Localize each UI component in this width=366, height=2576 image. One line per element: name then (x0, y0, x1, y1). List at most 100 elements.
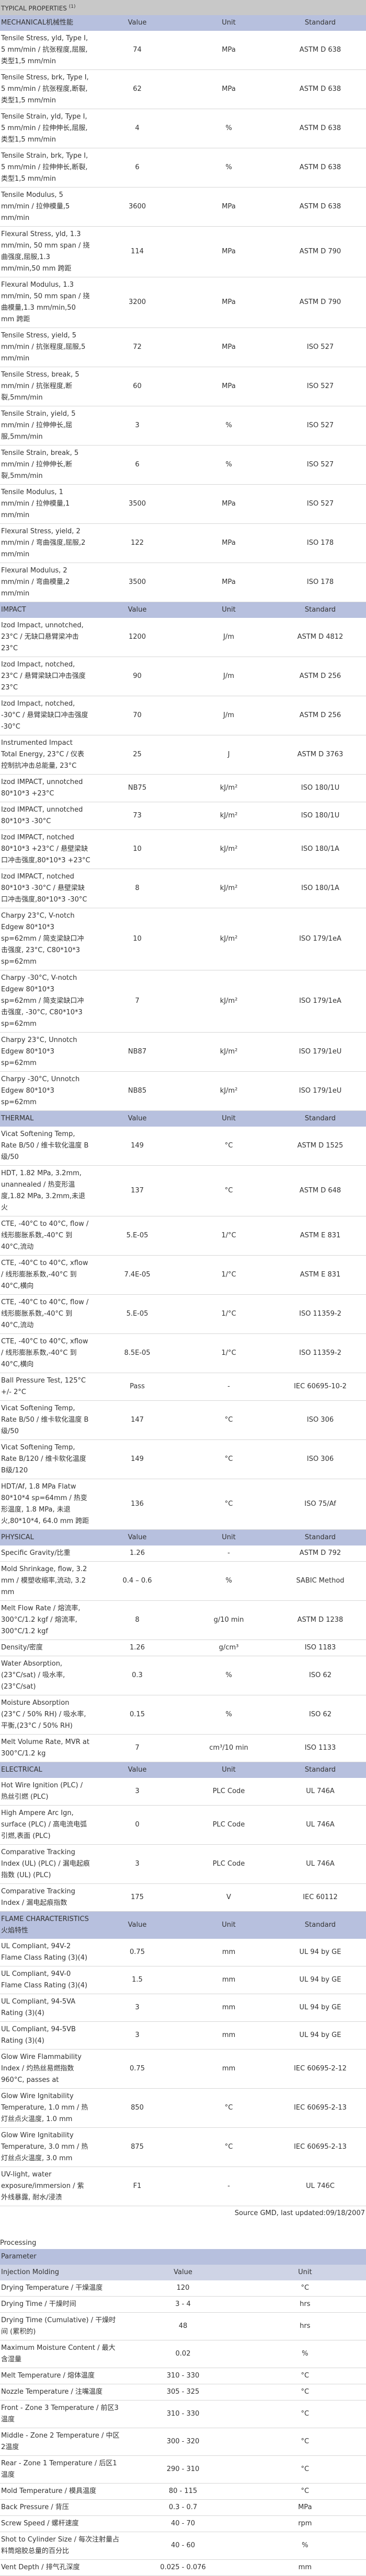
property-unit: - (183, 1545, 274, 1562)
table-row: Comparative Tracking Index (UL) (PLC) / … (0, 1844, 366, 1884)
table-row: Tensile Stress, yield, 5 mm/min / 抗张程度,屈… (0, 327, 366, 367)
property-unit: PLC Code (183, 1844, 274, 1884)
property-value: 1200 (92, 618, 183, 657)
table-row: High Ampere Arc Ign, surface (PLC) / 高电流… (0, 1805, 366, 1845)
property-unit: g/10 min (183, 1600, 274, 1640)
table-row: Charpy -30°C, Unnotch Edgew 80*10*3 sp=6… (0, 1071, 366, 1111)
unit-col-header: Unit (183, 1529, 274, 1545)
processing-value: 290 - 310 (122, 2455, 244, 2484)
property-unit: kJ/m² (183, 970, 274, 1033)
property-unit: mm (183, 1939, 274, 1966)
table-row: Charpy -30°C, V-notch Edgew 80*10*3 sp=6… (0, 970, 366, 1033)
property-name: Izod IMPACT, unnotched 80*10*3 +23°C (0, 774, 92, 802)
property-value: 73 (92, 802, 183, 830)
processing-row: Melt Temperature / 熔体温度 310 - 330 °C (0, 2368, 366, 2384)
processing-parameter: Drying Temperature / 干燥温度 (0, 2280, 122, 2297)
property-value: Pass (92, 1373, 183, 1401)
processing-value: 0.3 - 0.7 (122, 2499, 244, 2516)
value-col-header: Value (92, 15, 183, 31)
property-standard: IEC 60695-2-12 (274, 2049, 366, 2089)
property-standard: ISO 179/1eA (274, 970, 366, 1033)
processing-value: 310 - 330 (122, 2368, 244, 2384)
property-value: F1 (92, 2167, 183, 2206)
processing-sub-header-row: Injection Molding Value Unit (0, 2265, 366, 2280)
property-name: UL Compliant, 94-5VA Rating (3)(4) (0, 1994, 92, 2022)
property-unit: kJ/m² (183, 869, 274, 908)
property-name: Flexural Modulus, 1.3 mm/min, 50 mm span… (0, 277, 92, 328)
property-name: HDT, 1.82 MPa, 3.2mm, unannealed / 热变形温度… (0, 1165, 92, 1216)
property-unit: °C (183, 1479, 274, 1530)
table-row: Flexural Modulus, 1.3 mm/min, 50 mm span… (0, 277, 366, 328)
property-unit: MPa (183, 187, 274, 227)
table-row: Tensile Stress, break, 5 mm/min / 抗张程度,断… (0, 367, 366, 406)
property-standard: ASTM D 790 (274, 226, 366, 277)
property-standard: UL 94 by GE (274, 1994, 366, 2022)
property-unit: MPa (183, 277, 274, 328)
property-standard: ASTM D 638 (274, 69, 366, 109)
property-standard: UL 94 by GE (274, 1966, 366, 1994)
property-unit: J/m (183, 696, 274, 735)
property-unit: PLC Code (183, 1778, 274, 1806)
table-row: Vicat Softening Temp, Rate B/50 / 维卡软化温度… (0, 1400, 366, 1440)
property-value: 62 (92, 69, 183, 109)
property-value: NB87 (92, 1032, 183, 1072)
section-header-row: FLAME CHARACTERISTICS 火焰特性 Value Unit Stand… (0, 1911, 366, 1939)
property-unit: MPa (183, 367, 274, 406)
property-name: Izod Impact, notched, -30°C / 悬臂梁缺口冲击强度 … (0, 696, 92, 735)
property-unit: - (183, 2167, 274, 2206)
property-unit: MPa (183, 563, 274, 602)
processing-unit: °C (244, 2483, 366, 2500)
table-row: Melt Flow Rate / 熔流率, 300°C/1.2 kgf / 熔流… (0, 1600, 366, 1640)
processing-unit: hrs (244, 2312, 366, 2340)
property-value: 7.4E-05 (92, 1255, 183, 1295)
property-name: Flexural Stress, yld, 1.3 mm/min, 50 mm … (0, 226, 92, 277)
table-row: Vicat Softening Temp, Rate B/120 / 维卡软化温… (0, 1439, 366, 1479)
unit-col-header: Unit (183, 15, 274, 31)
property-value: 72 (92, 327, 183, 367)
property-unit: 1/°C (183, 1294, 274, 1334)
property-standard: ISO 306 (274, 1400, 366, 1440)
property-standard: ISO 178 (274, 563, 366, 602)
property-name: Vicat Softening Temp, Rate B/50 / 维卡软化温度… (0, 1127, 92, 1166)
section-header-row: ELECTRICAL Value Unit Standard (0, 1762, 366, 1778)
unit-col-header: Unit (183, 1110, 274, 1127)
section-name: PHYSICAL (0, 1529, 92, 1545)
processing-row: Maximum Moisture Content / 最大含湿量 0.02% (0, 2340, 366, 2368)
processing-parameter: Drying Time (Cumulative) / 干燥时间 (累积的) (0, 2312, 122, 2340)
property-unit: 1/°C (183, 1255, 274, 1295)
property-unit: - (183, 1373, 274, 1401)
property-value: 0.15 (92, 1695, 183, 1735)
unit-col-header: Unit (183, 602, 274, 618)
property-value: 1.26 (92, 1545, 183, 1562)
processing-parameter: Mold Temperature / 模具温度 (0, 2483, 122, 2500)
processing-sub-unit: Unit (244, 2265, 366, 2280)
table-row: Ball Pressure Test, 125°C +/- 2°C Pass - IE… (0, 1373, 366, 1401)
property-standard: ASTM D 638 (274, 187, 366, 227)
processing-header-row: Parameter (0, 2249, 366, 2265)
unit-col-header: Unit (183, 1762, 274, 1778)
property-value: 3 (92, 2021, 183, 2050)
property-standard: UL 746A (274, 1844, 366, 1884)
property-unit: % (183, 109, 274, 148)
property-value: NB85 (92, 1071, 183, 1111)
property-standard: ISO 180/1U (274, 774, 366, 802)
property-name: CTE, -40°C to 40°C, flow / 线形膨胀系数,-40°C … (0, 1216, 92, 1256)
property-standard: ISO 11359-2 (274, 1333, 366, 1373)
table-row: Specific Gravity/比重 1.26- ASTM D 792 (0, 1545, 366, 1562)
property-value: 3 (92, 406, 183, 446)
processing-value: 305 - 325 (122, 2384, 244, 2401)
property-unit: MPa (183, 523, 274, 563)
table-row: Vicat Softening Temp, Rate B/50 / 维卡软化温度… (0, 1127, 366, 1166)
property-value: 6 (92, 445, 183, 485)
standard-col-header: Standard (274, 15, 366, 31)
property-unit: J/m (183, 618, 274, 657)
section-name: IMPACT (0, 602, 92, 618)
processing-row: Vent Depth / 排气孔深度 0.025 - 0.076 mm (0, 2559, 366, 2576)
property-name: Charpy -30°C, V-notch Edgew 80*10*3 sp=6… (0, 970, 92, 1033)
property-unit: J (183, 735, 274, 775)
table-row: UL Compliant, 94V-0 Flame Class Rating (… (0, 1966, 366, 1994)
property-value: 10 (92, 829, 183, 869)
table-row: Tensile Modulus, 5 mm/min / 拉伸模量,5 mm/mi… (0, 187, 366, 227)
property-standard: ASTM D 256 (274, 696, 366, 735)
table-row: Glow Wire Ignitability Temperature, 1.0 … (0, 2088, 366, 2128)
